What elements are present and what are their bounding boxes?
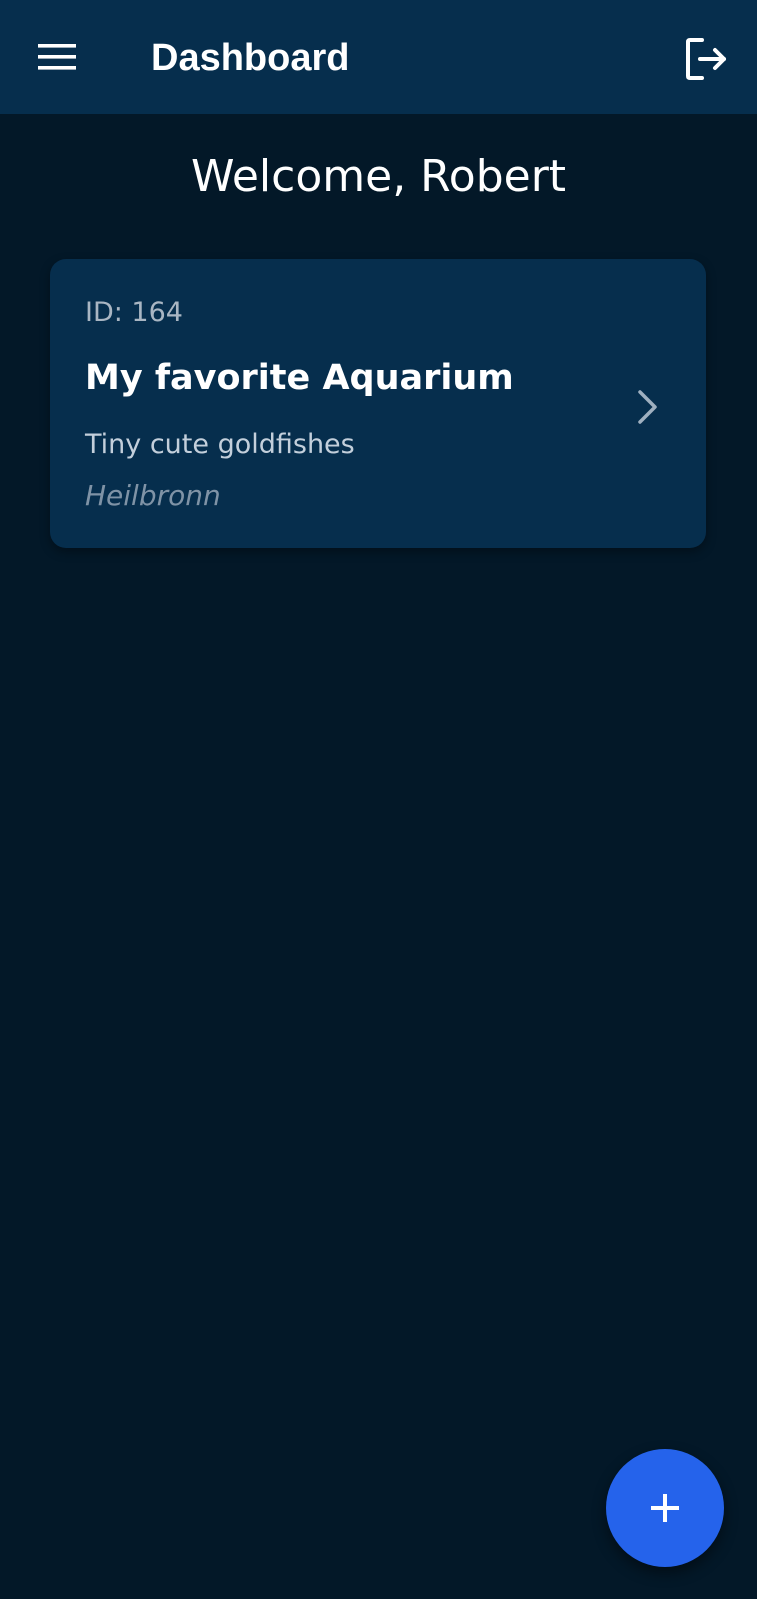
chevron-right-icon [638, 390, 657, 424]
aquarium-location: Heilbronn [85, 479, 221, 512]
aquarium-description: Tiny cute goldfishes [85, 429, 355, 460]
aquarium-title: My favorite Aquarium [85, 358, 514, 398]
plus-icon [651, 1494, 679, 1522]
menu-button[interactable] [28, 30, 88, 86]
app-bar: Dashboard [0, 0, 757, 114]
app-screen: Dashboard Welcome, Robert ID: 164 My fav… [0, 0, 757, 1599]
add-aquarium-button[interactable] [606, 1449, 724, 1567]
logout-button[interactable] [678, 30, 734, 86]
aquarium-id: ID: 164 [85, 297, 183, 328]
logout-icon [686, 38, 726, 80]
menu-icon [38, 44, 76, 70]
page-title: Dashboard [151, 37, 350, 79]
aquarium-card[interactable]: ID: 164 My favorite Aquarium Tiny cute g… [50, 259, 706, 548]
welcome-heading: Welcome, Robert [190, 151, 567, 202]
